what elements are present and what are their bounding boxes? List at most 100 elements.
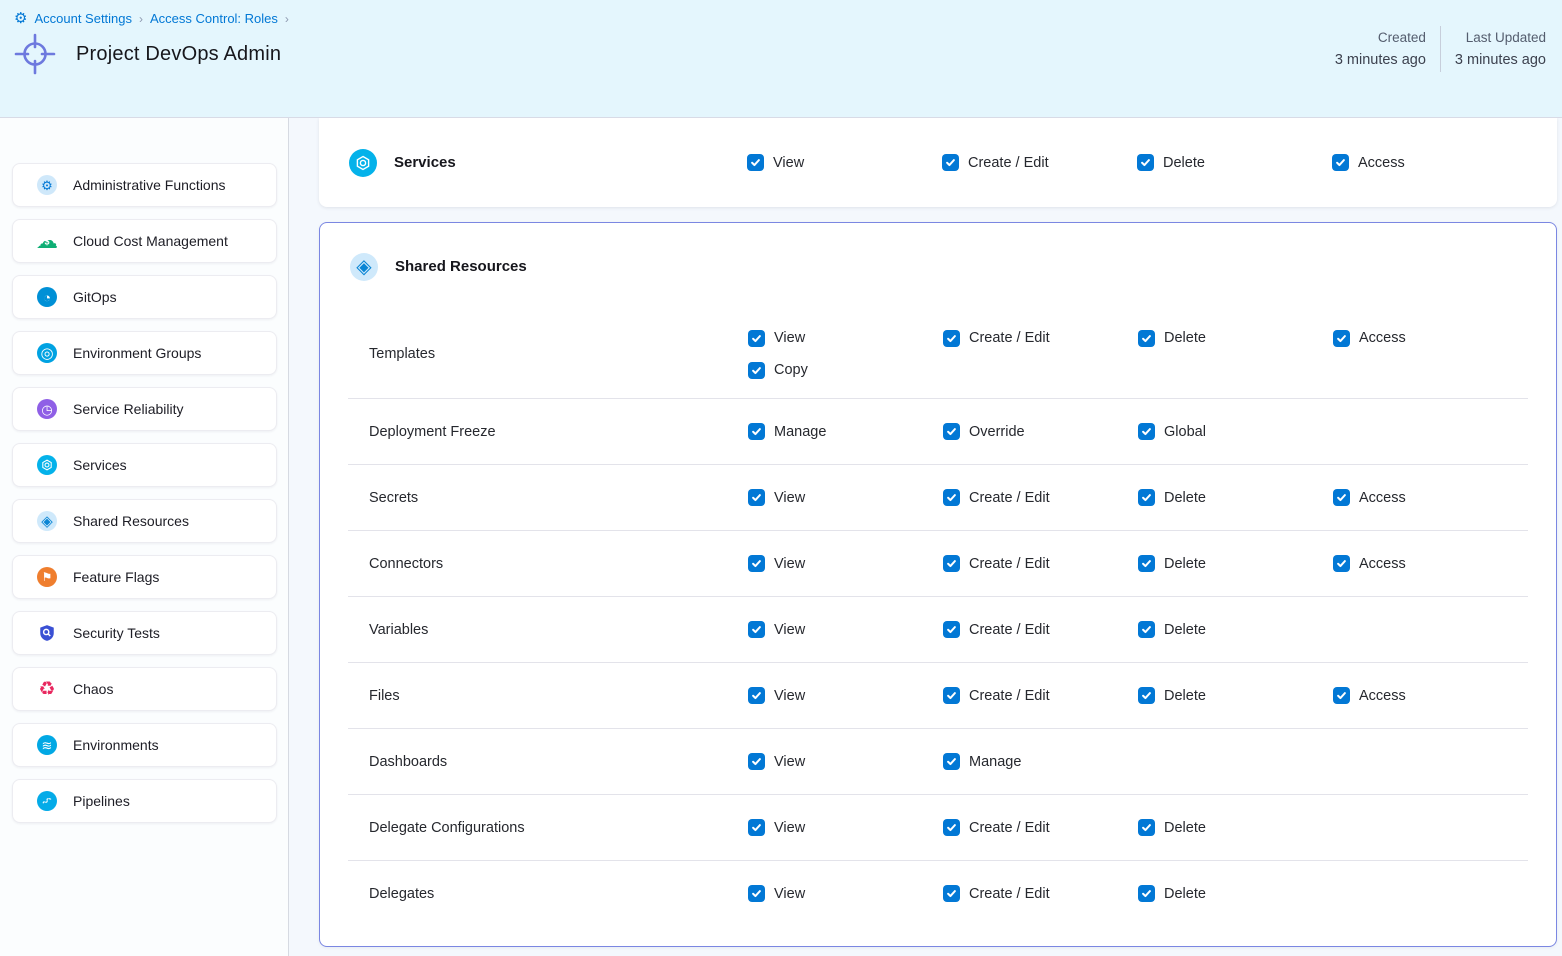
- checkbox-manage[interactable]: [748, 423, 765, 440]
- role-target-icon: [14, 28, 56, 80]
- permission-label: Access: [1359, 490, 1406, 506]
- page-title: Project DevOps Admin: [76, 43, 281, 66]
- resource-label: Variables: [369, 622, 748, 638]
- checkbox-view[interactable]: [748, 489, 765, 506]
- permission-delete: Delete: [1138, 330, 1333, 347]
- permission-label: Access: [1359, 688, 1406, 704]
- sidebar-item-chaos[interactable]: ♻Chaos: [12, 667, 277, 711]
- permission-lines: ViewCreate / EditDeleteAccess: [748, 555, 1528, 572]
- sidebar-item-services[interactable]: Services: [12, 443, 277, 487]
- checkbox-access[interactable]: [1333, 687, 1350, 704]
- checkbox-delete[interactable]: [1137, 154, 1154, 171]
- checkbox-manage[interactable]: [943, 753, 960, 770]
- checkbox-view[interactable]: [748, 621, 765, 638]
- permission-label: Copy: [774, 362, 808, 378]
- permission-label: Manage: [774, 424, 826, 440]
- checkbox-view[interactable]: [748, 753, 765, 770]
- resource-label: Delegates: [369, 886, 748, 902]
- checkbox-create-edit[interactable]: [943, 819, 960, 836]
- sidebar-item-service-reliability[interactable]: ◷Service Reliability: [12, 387, 277, 431]
- sidebar-item-label: Security Tests: [73, 625, 160, 641]
- checkbox-view[interactable]: [748, 885, 765, 902]
- checkbox-create-edit[interactable]: [943, 555, 960, 572]
- checkbox-create-edit[interactable]: [943, 330, 960, 347]
- permission-lines: ViewCreate / EditDelete: [748, 621, 1333, 638]
- sidebar-item-label: Chaos: [73, 681, 113, 697]
- permission-row-dashboards: DashboardsViewManage: [348, 728, 1528, 794]
- checkbox-create-edit[interactable]: [943, 885, 960, 902]
- permission-label: Delete: [1164, 556, 1206, 572]
- checkbox-delete[interactable]: [1138, 819, 1155, 836]
- breadcrumb-link-access-control-roles[interactable]: Access Control: Roles: [150, 11, 278, 26]
- permission-delete: Delete: [1138, 687, 1333, 704]
- permission-view: View: [748, 753, 943, 770]
- checkbox-create-edit[interactable]: [943, 621, 960, 638]
- permission-delete: Delete: [1138, 621, 1333, 638]
- permission-view: View: [748, 819, 943, 836]
- sidebar-item-environments[interactable]: ≋Environments: [12, 723, 277, 767]
- resource-label: Templates: [369, 346, 748, 362]
- checkbox-copy[interactable]: [748, 362, 765, 379]
- permission-view: View: [748, 555, 943, 572]
- sidebar-item-label: Feature Flags: [73, 569, 159, 585]
- checkbox-view[interactable]: [747, 154, 764, 171]
- permission-row-templates: TemplatesViewCreate / EditDeleteAccessCo…: [348, 310, 1528, 398]
- sidebar-item-gitops[interactable]: ◔GitOps: [12, 275, 277, 319]
- checkbox-view[interactable]: [748, 819, 765, 836]
- sidebar-item-label: Services: [73, 457, 127, 473]
- service-reliability-icon: ◷: [37, 399, 57, 419]
- sidebar-item-security-tests[interactable]: Security Tests: [12, 611, 277, 655]
- sidebar-item-label: Cloud Cost Management: [73, 233, 228, 249]
- checkbox-view[interactable]: [748, 330, 765, 347]
- sidebar-item-cloud-cost-management[interactable]: ☁$ Cloud Cost Management: [12, 219, 277, 263]
- sidebar-item-shared-resources[interactable]: ◈Shared Resources: [12, 499, 277, 543]
- breadcrumb-link-account-settings[interactable]: Account Settings: [34, 11, 132, 26]
- sidebar-item-environment-groups[interactable]: ◎Environment Groups: [12, 331, 277, 375]
- checkbox-delete[interactable]: [1138, 885, 1155, 902]
- permission-line: ViewCreate / EditDeleteAccess: [748, 489, 1528, 506]
- resource-category-sidebar: ⚙Administrative Functions ☁$ Cloud Cost Ma…: [0, 118, 289, 956]
- checkbox-create-edit[interactable]: [942, 154, 959, 171]
- sidebar-item-feature-flags[interactable]: ⚑ Feature Flags: [12, 555, 277, 599]
- checkbox-access[interactable]: [1333, 555, 1350, 572]
- permission-row-variables: VariablesViewCreate / EditDelete: [348, 596, 1528, 662]
- permission-access: Access: [1333, 555, 1528, 572]
- permission-create-edit: Create / Edit: [943, 885, 1138, 902]
- permission-label: Create / Edit: [969, 688, 1050, 704]
- checkbox-delete[interactable]: [1138, 621, 1155, 638]
- permissions-panel: Services ViewCreate / EditDeleteAccess ◈…: [289, 118, 1562, 956]
- permission-delete: Delete: [1138, 819, 1333, 836]
- checkbox-access[interactable]: [1333, 330, 1350, 347]
- permission-delete: Delete: [1137, 154, 1332, 171]
- checkbox-delete[interactable]: [1138, 555, 1155, 572]
- permission-view: View: [748, 885, 943, 902]
- checkbox-access[interactable]: [1333, 489, 1350, 506]
- flag-icon: ⚑: [37, 567, 57, 587]
- permission-line: View Manage: [748, 753, 1138, 770]
- permission-row-connectors: ConnectorsViewCreate / EditDeleteAccess: [348, 530, 1528, 596]
- pipelines-icon: [37, 791, 57, 811]
- environments-icon: ≋: [37, 735, 57, 755]
- sidebar-item-administrative-functions[interactable]: ⚙Administrative Functions: [12, 163, 277, 207]
- checkbox-view[interactable]: [748, 555, 765, 572]
- checkbox-access[interactable]: [1332, 154, 1349, 171]
- permission-access: Access: [1332, 154, 1527, 171]
- environment-groups-icon: ◎: [37, 343, 57, 363]
- permission-view: View: [748, 621, 943, 638]
- checkbox-delete[interactable]: [1138, 687, 1155, 704]
- sidebar-item-label: GitOps: [73, 289, 117, 305]
- sidebar-item-pipelines[interactable]: Pipelines: [12, 779, 277, 823]
- checkbox-global[interactable]: [1138, 423, 1155, 440]
- checkbox-delete[interactable]: [1138, 489, 1155, 506]
- checkbox-delete[interactable]: [1138, 330, 1155, 347]
- role-meta: Created 3 minutes ago Last Updated 3 min…: [1335, 26, 1546, 72]
- cloud-dollar-icon: ☁$: [37, 231, 57, 251]
- permission-view: View: [747, 154, 942, 171]
- permission-create-edit: Create / Edit: [943, 489, 1138, 506]
- permission-label: Manage: [969, 754, 1021, 770]
- checkbox-create-edit[interactable]: [943, 489, 960, 506]
- checkbox-override[interactable]: [943, 423, 960, 440]
- checkbox-create-edit[interactable]: [943, 687, 960, 704]
- created-label: Created: [1378, 30, 1426, 45]
- checkbox-view[interactable]: [748, 687, 765, 704]
